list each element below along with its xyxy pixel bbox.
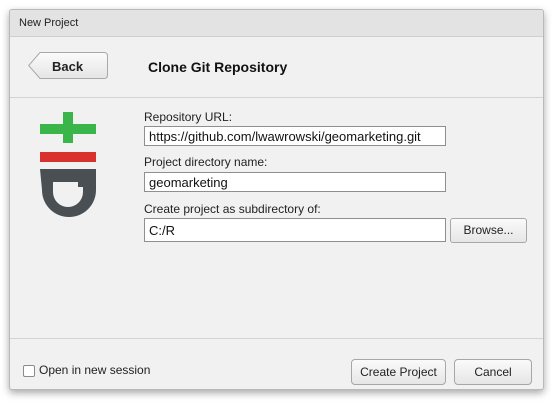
- open-new-session-checkbox[interactable]: [23, 365, 35, 377]
- dialog-footer: Open in new session Create Project Cance…: [10, 338, 543, 389]
- open-new-session-label[interactable]: Open in new session: [39, 363, 150, 377]
- subdir-input[interactable]: C:/R: [144, 218, 446, 242]
- page-title: Clone Git Repository: [148, 59, 288, 75]
- back-button-label: Back: [52, 59, 84, 74]
- repo-url-label: Repository URL:: [144, 110, 233, 124]
- new-project-dialog: New Project Back Clone Git Repository Re…: [9, 9, 544, 390]
- dir-name-input[interactable]: geomarketing: [144, 172, 446, 192]
- browse-button[interactable]: Browse...: [450, 218, 527, 243]
- window-title: New Project: [19, 17, 79, 29]
- git-icon: [40, 112, 96, 217]
- subdir-label: Create project as subdirectory of:: [144, 202, 321, 216]
- cancel-button[interactable]: Cancel: [454, 359, 532, 385]
- dir-name-label: Project directory name:: [144, 155, 268, 169]
- title-bar: New Project: [10, 10, 543, 37]
- create-project-button[interactable]: Create Project: [351, 359, 446, 385]
- wizard-header: Back Clone Git Repository: [10, 37, 543, 98]
- repo-url-input[interactable]: https://github.com/lwawrowski/geomarketi…: [144, 126, 446, 146]
- back-button[interactable]: Back: [28, 52, 108, 79]
